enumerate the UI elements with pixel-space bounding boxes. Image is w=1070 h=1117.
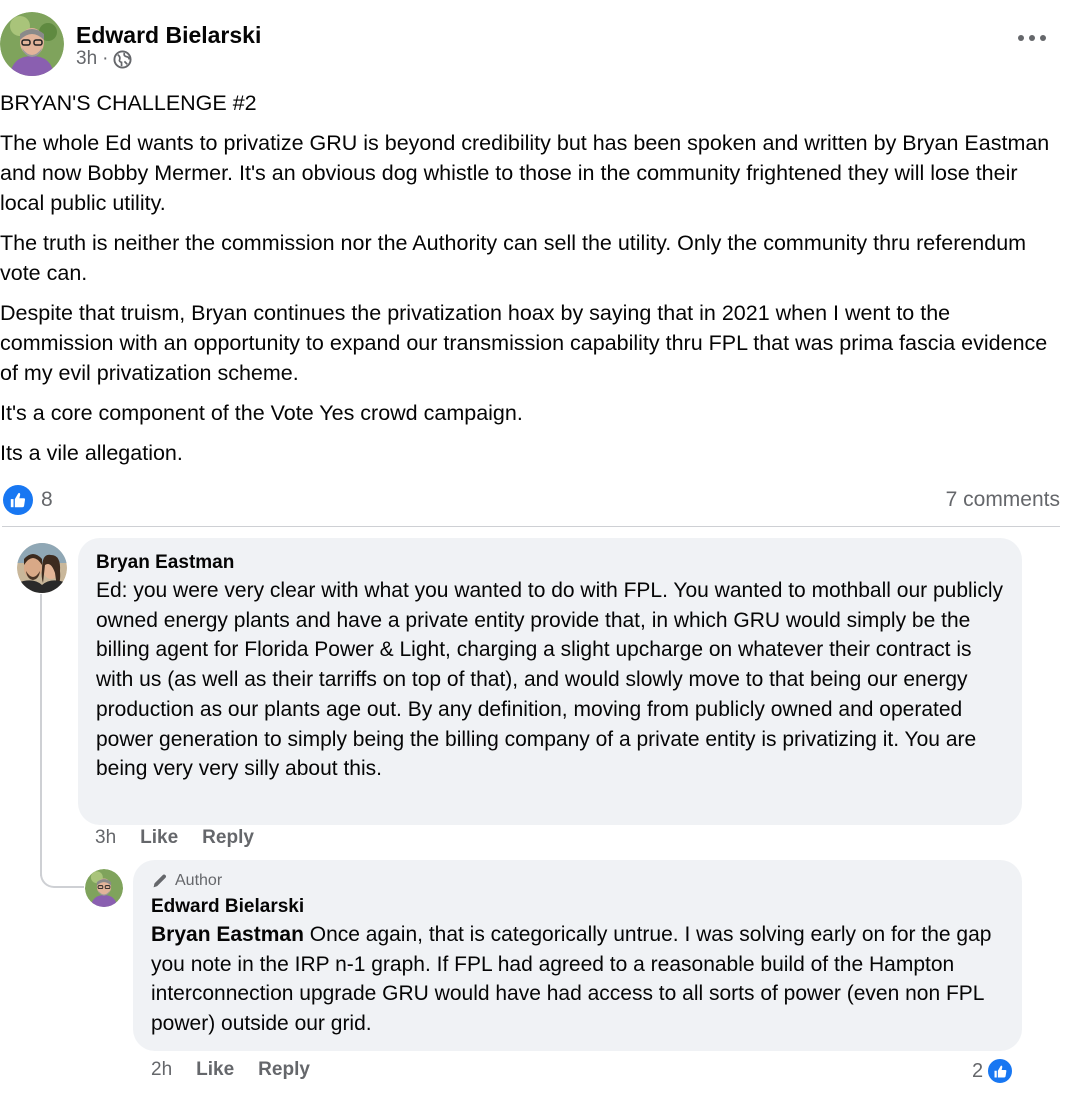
reply-author-name[interactable]: Edward Bielarski	[151, 894, 1004, 920]
like-reaction-icon	[986, 1057, 1015, 1085]
reply-reply-button[interactable]: Reply	[258, 1059, 310, 1081]
comments-count-link[interactable]: 7 comments	[946, 488, 1060, 512]
author-badge: Author	[151, 870, 1004, 892]
comment-bubble: Bryan Eastman Ed: you were very clear wi…	[78, 538, 1022, 825]
globe-icon[interactable]	[113, 49, 132, 69]
comment-timestamp[interactable]: 3h	[95, 827, 116, 849]
post-paragraph: The whole Ed wants to privatize GRU is b…	[0, 131, 1050, 215]
post-paragraph: It's a core component of the Vote Yes cr…	[0, 401, 523, 425]
comment-actions: 3h Like Reply	[95, 827, 254, 849]
comment-like-button[interactable]: Like	[140, 827, 178, 849]
post-paragraph: BRYAN'S CHALLENGE #2	[0, 91, 257, 115]
reply-reaction-count: 2	[972, 1059, 984, 1082]
reactions-bar: 8 7 comments	[0, 482, 1062, 518]
like-count[interactable]: 8	[41, 488, 53, 512]
thread-line-branch	[40, 874, 84, 888]
reply-author-avatar[interactable]	[85, 869, 123, 907]
author-avatar[interactable]	[0, 12, 64, 76]
comment-author-name[interactable]: Bryan Eastman	[96, 550, 1004, 576]
commenter-avatar[interactable]	[17, 543, 67, 593]
mention-link[interactable]: Bryan Eastman	[151, 923, 304, 946]
reply-bubble: Author Edward Bielarski Bryan Eastman On…	[133, 860, 1022, 1051]
post-body: BRYAN'S CHALLENGE #2 The whole Ed wants …	[0, 88, 1060, 478]
post-paragraph: Despite that truism, Bryan continues the…	[0, 301, 1048, 385]
reply-actions: 2h Like Reply	[151, 1059, 310, 1081]
pencil-icon	[153, 874, 167, 888]
reply-timestamp[interactable]: 2h	[151, 1059, 172, 1081]
author-badge-label: Author	[175, 872, 223, 889]
post-paragraph: Its a vile allegation.	[0, 441, 183, 465]
post-author-name[interactable]: Edward Bielarski	[76, 22, 261, 49]
reply-reactions[interactable]: 2	[972, 1056, 1015, 1086]
reply-text: Bryan Eastman Once again, that is catego…	[151, 920, 1004, 1039]
post-header: Edward Bielarski 3h ·	[0, 10, 1070, 76]
divider	[2, 526, 1060, 527]
post-meta: 3h ·	[76, 48, 132, 70]
post-timestamp[interactable]: 3h	[76, 48, 97, 70]
more-options-icon[interactable]	[1012, 26, 1052, 50]
like-reaction-icon[interactable]	[3, 485, 33, 515]
reply-like-button[interactable]: Like	[196, 1059, 234, 1081]
post-paragraph: The truth is neither the commission nor …	[0, 231, 1027, 285]
thread-line	[40, 594, 42, 876]
meta-separator: ·	[102, 48, 109, 69]
comment-text: Ed: you were very clear with what you wa…	[96, 579, 1003, 781]
comment-reply-button[interactable]: Reply	[202, 827, 254, 849]
